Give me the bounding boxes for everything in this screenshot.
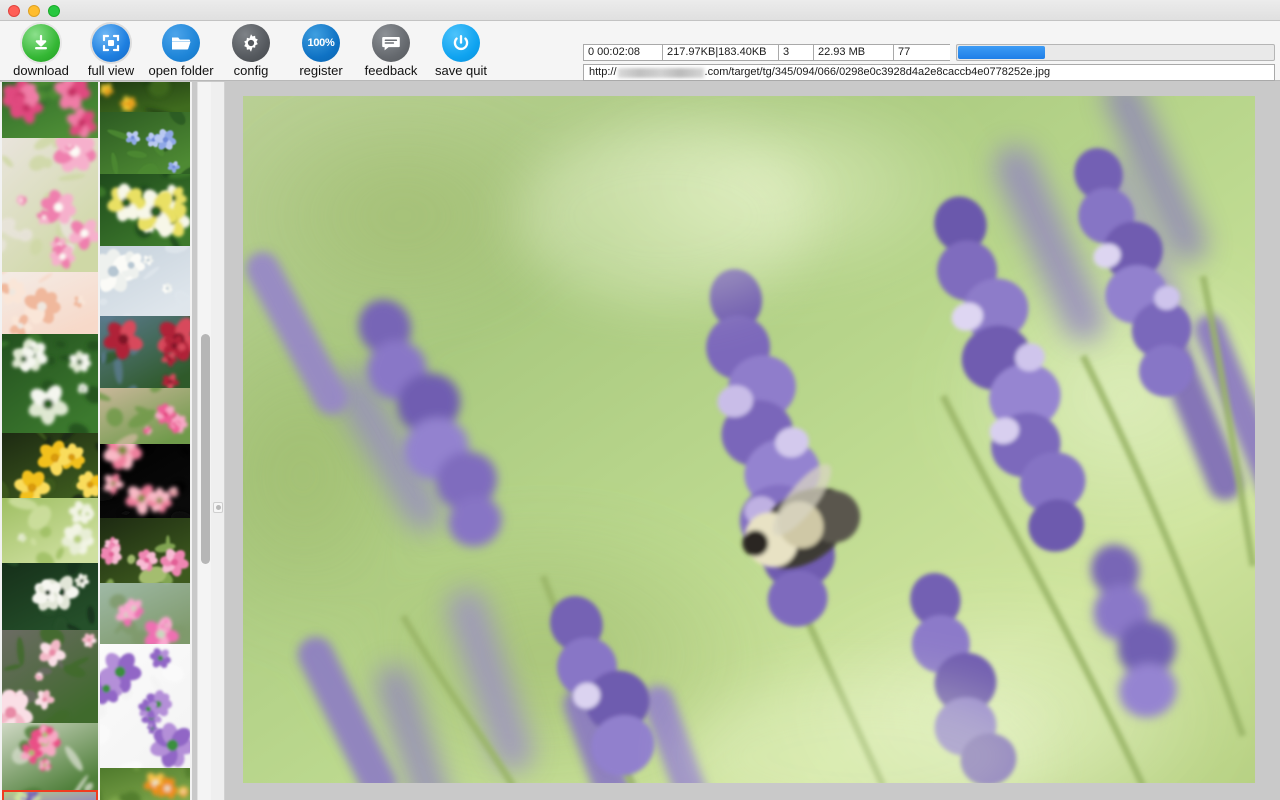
fullscreen-icon [92,24,130,62]
thumbnail-red-amaryllis[interactable] [100,316,190,388]
window-controls [8,5,60,17]
main-image-lavender-with-bee[interactable] [243,96,1255,783]
thumbnail-pink-lilies-cluster[interactable] [2,630,98,723]
folder-icon [162,24,200,62]
toolbar-button-feedback[interactable]: feedback [356,21,426,81]
thumbnail-pink-impatiens-bed[interactable] [100,388,190,444]
sidebar-scrollbar-thumb[interactable] [201,334,210,564]
toolbar-button-register[interactable]: 100% register [286,21,356,81]
thumbnail-graphic [100,112,190,174]
thumbnail-graphic [100,174,190,246]
thumbnail-column-left [2,82,98,800]
gear-icon [232,24,270,62]
thumbnail-pink-tubular-flowers[interactable] [2,82,98,138]
thumbnail-graphic [100,644,190,768]
thumbnail-pink-flowers-pot[interactable] [2,723,98,790]
app-window: download full view [0,0,1280,800]
toolbar-buttons: download full view [6,21,496,81]
toolbar-button-config[interactable]: config [216,21,286,81]
thumbnail-graphic [100,583,190,644]
thumbnail-graphic [2,334,98,433]
toolbar-label-download: download [13,63,69,78]
toolbar-label-feedback: feedback [365,63,418,78]
thumbnail-pink-vine-flowers[interactable] [100,583,190,644]
toolbar-button-full-view[interactable]: full view [76,21,146,81]
thumbnail-graphic [2,790,98,800]
thumbnail-white-rose-dark[interactable] [2,563,98,630]
toolbar-label-open-folder: open folder [148,63,213,78]
thumbnail-purple-anemone[interactable] [100,644,190,768]
thumbnail-graphic [100,246,190,316]
thumbnail-graphic [2,498,98,563]
thumbnail-peach-pom-flower[interactable] [2,272,98,334]
status-count-field[interactable]: 77 [893,44,950,61]
main-body [0,82,1280,800]
power-icon [442,24,480,62]
thumbnail-graphic [2,82,98,138]
thumbnail-sidebar[interactable] [0,82,192,800]
thumbnail-lavender-selected[interactable] [2,790,98,800]
toolbar: download full view [0,21,1280,81]
chat-bubble-icon [372,24,410,62]
close-button[interactable] [8,5,20,17]
thumbnail-graphic [2,723,98,790]
thumbnail-pink-lily-black-bg[interactable] [100,444,190,518]
toolbar-button-open-folder[interactable]: open folder [146,21,216,81]
thumbnail-yellow-marigold[interactable] [100,82,190,112]
thumbnail-graphic [100,316,190,388]
toolbar-label-config: config [234,63,269,78]
thumbnail-graphic [2,138,98,272]
thumbnail-orange-strawflower[interactable] [100,768,190,800]
download-progress-bar [956,44,1275,61]
toolbar-label-register: register [299,63,342,78]
panel-splitter[interactable] [211,82,225,800]
percent-100-text: 100% [308,37,335,49]
title-bar [0,0,1280,21]
thumbnail-graphic [100,768,190,800]
status-total-size-field[interactable]: 22.93 MB [813,44,893,61]
minimize-button[interactable] [28,5,40,17]
thumbnail-column-right [100,82,190,800]
thumbnail-white-blossom-hedge[interactable] [2,498,98,563]
download-progress-fill [958,46,1045,59]
thumbnail-white-yellow-center[interactable] [100,174,190,246]
status-elapsed-field[interactable]: 0 00:02:08 [583,44,662,61]
toolbar-label-full-view: full view [88,63,134,78]
url-path: .com/target/tg/345/094/066/0298e0c3928d4… [705,65,1051,80]
image-viewer-pane[interactable] [225,82,1280,800]
url-row: http:// .com/target/tg/345/094/066/0298e0… [583,64,1275,81]
thumbnail-yellow-lily[interactable] [2,433,98,498]
thumbnail-blue-morning-glory[interactable] [100,112,190,174]
sidebar-scrollbar-track[interactable] [197,82,211,800]
lavender-photo-graphic [243,96,1255,783]
thumbnail-graphic [2,433,98,498]
url-input[interactable]: http:// .com/target/tg/345/094/066/0298e0… [583,64,1275,81]
thumbnail-graphic [100,388,190,444]
status-transferred-field[interactable]: 217.97KB|183.40KB [662,44,778,61]
thumbnail-graphic [100,82,190,112]
thumbnail-graphic [2,563,98,630]
toolbar-button-save-quit[interactable]: save quit [426,21,496,81]
status-field-row: 0 00:02:08 217.97KB|183.40KB 3 22.93 MB … [583,44,1275,61]
thumbnail-pink-dahlia[interactable] [100,518,190,583]
toolbar-button-download[interactable]: download [6,21,76,81]
thumbnail-graphic [100,518,190,583]
thumbnail-graphic [100,444,190,518]
status-threads-field[interactable]: 3 [778,44,813,61]
splitter-grip-handle[interactable] [213,502,223,513]
status-panel: 0 00:02:08 217.97KB|183.40KB 3 22.93 MB … [583,44,1275,81]
thumbnail-graphic [2,630,98,723]
thumbnail-pink-cosmos-field[interactable] [2,138,98,272]
url-host-redacted [618,68,704,78]
thumbnail-white-bud-green[interactable] [2,334,98,433]
zoom-button[interactable] [48,5,60,17]
url-scheme: http:// [589,65,617,80]
thumbnail-white-spring-blossom[interactable] [100,246,190,316]
thumbnail-graphic [2,272,98,334]
download-icon [22,24,60,62]
percent-100-icon: 100% [302,24,340,62]
toolbar-label-save-quit: save quit [435,63,487,78]
